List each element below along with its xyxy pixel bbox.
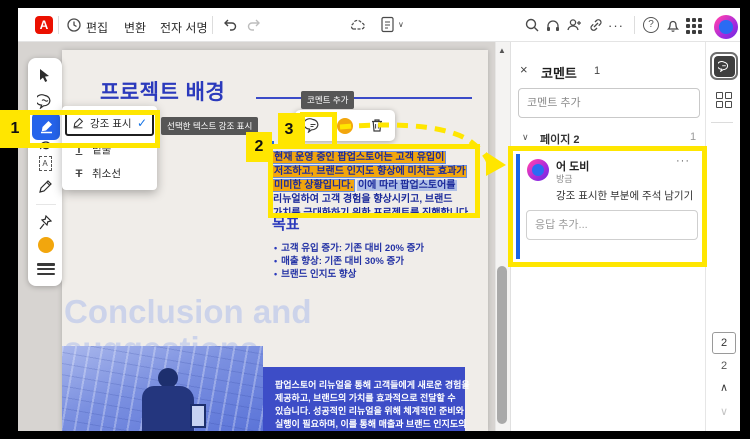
comments-panel-title: 코멘트	[541, 66, 577, 81]
conclusion-line: 제공하고, 브랜드의 가치를 효과적으로 전달할 수	[275, 393, 456, 403]
divider	[212, 16, 213, 34]
callout-box-2	[268, 144, 480, 218]
tooltip-add-comment: 코멘트 추가	[301, 91, 355, 109]
select-tool[interactable]	[33, 63, 57, 87]
fill-sign-tool[interactable]	[33, 174, 57, 198]
divider	[36, 204, 56, 205]
text-box-tool[interactable]: A	[33, 151, 57, 175]
doc-title: 프로젝트 배경	[100, 81, 226, 104]
doc-bullet: • 고객 유입 증가: 기존 대비 20% 증가	[274, 243, 425, 254]
color-swatch[interactable]	[38, 237, 54, 253]
notifications-bell-icon[interactable]	[665, 17, 681, 33]
bullet-icon: •	[274, 256, 278, 266]
bullet-icon: •	[274, 243, 278, 253]
menu-item-strikethrough[interactable]: T 취소선	[72, 166, 121, 181]
highlight-color-swatch[interactable]	[336, 117, 353, 134]
comments-count: 1	[594, 65, 601, 77]
pin-tool[interactable]	[33, 210, 57, 234]
thumbnails-tool-icon[interactable]	[716, 92, 732, 108]
link-icon[interactable]	[588, 17, 604, 33]
trash-icon[interactable]	[366, 115, 388, 137]
callout-box-3	[300, 112, 337, 149]
menu-edit[interactable]: 편집	[86, 19, 108, 36]
read-aloud-icon[interactable]	[545, 17, 561, 33]
acrobat-logo-icon[interactable]: A	[35, 16, 53, 34]
conclusion-line: 실행이 필요하며, 이를 통해 매출과 브랜드 인지도의	[275, 419, 467, 429]
scroll-up-icon[interactable]: ▲	[498, 46, 506, 55]
menu-convert[interactable]: 변환	[124, 19, 146, 36]
photo-shopping-bag	[190, 404, 206, 428]
doc-conclusion-box: 팝업스토어 리뉴얼을 통해 고객들에게 새로운 경험을 제공하고, 브랜드의 가…	[263, 367, 470, 431]
help-icon[interactable]: ?	[643, 17, 659, 33]
add-comment-input[interactable]	[518, 88, 700, 118]
page-group-count: 1	[690, 131, 697, 143]
comments-tool-active[interactable]	[710, 52, 738, 80]
redo-icon	[246, 17, 262, 33]
previous-page-icon[interactable]: ∧	[712, 381, 736, 394]
divider	[711, 122, 733, 123]
current-page-input[interactable]: 2	[712, 332, 736, 354]
callout-number-2: 2	[246, 132, 272, 162]
doc-watermark-line1: Conclusion and	[64, 293, 312, 330]
strikethrough-icon: T	[75, 167, 83, 180]
doc-bullet: • 브랜드 인지도 향상	[274, 269, 357, 280]
toolbar-menu-icon[interactable]	[37, 263, 55, 275]
user-avatar[interactable]	[714, 15, 738, 39]
total-pages: 2	[720, 360, 728, 372]
chevron-down-icon[interactable]: ∨	[398, 20, 404, 29]
menu-item-label: 취소선	[92, 168, 121, 180]
comment-bubble-icon	[718, 60, 729, 72]
more-tools-icon[interactable]: ···	[608, 18, 624, 33]
photo-person	[158, 368, 178, 388]
page-group-chevron-icon[interactable]: ∨	[522, 132, 529, 143]
scrollbar-thumb[interactable]	[497, 266, 507, 424]
tooltip-highlight-selected-text: 선택한 텍스트 강조 표시	[161, 117, 259, 135]
divider	[634, 16, 635, 34]
title-rule	[256, 97, 472, 99]
app-window: A 편집 변환 전자 서명 ∨ ··· ? 프로젝트 배경 Conclusion…	[0, 0, 750, 439]
cloud-save-icon[interactable]	[348, 17, 366, 33]
apps-grid-icon[interactable]	[686, 18, 702, 34]
conclusion-line: 팝업스토어 리뉴얼을 통해 고객들에게 새로운 경험을	[275, 380, 470, 390]
bullet-icon: •	[274, 269, 278, 279]
next-page-icon-disabled: ∨	[719, 406, 729, 418]
callout-box-comment	[508, 146, 707, 267]
doc-photo	[62, 346, 263, 431]
search-icon[interactable]	[524, 17, 540, 33]
callout-number-3: 3	[278, 113, 300, 147]
divider	[58, 16, 59, 34]
menu-esign[interactable]: 전자 서명	[160, 19, 208, 36]
recent-files-icon[interactable]	[66, 17, 82, 33]
document-menu-icon[interactable]	[380, 16, 395, 33]
callout-number-1: 1	[0, 110, 30, 148]
close-panel-icon[interactable]: ×	[520, 62, 528, 77]
page-group-label[interactable]: 페이지 2	[540, 131, 580, 147]
undo-icon[interactable]	[222, 17, 238, 33]
share-person-icon[interactable]	[566, 17, 583, 33]
conclusion-line: 있습니다. 성공적인 리뉴얼을 위해 체계적인 준비와	[275, 406, 464, 416]
doc-bullet: • 매출 향상: 기존 대비 30% 증가	[274, 256, 404, 267]
